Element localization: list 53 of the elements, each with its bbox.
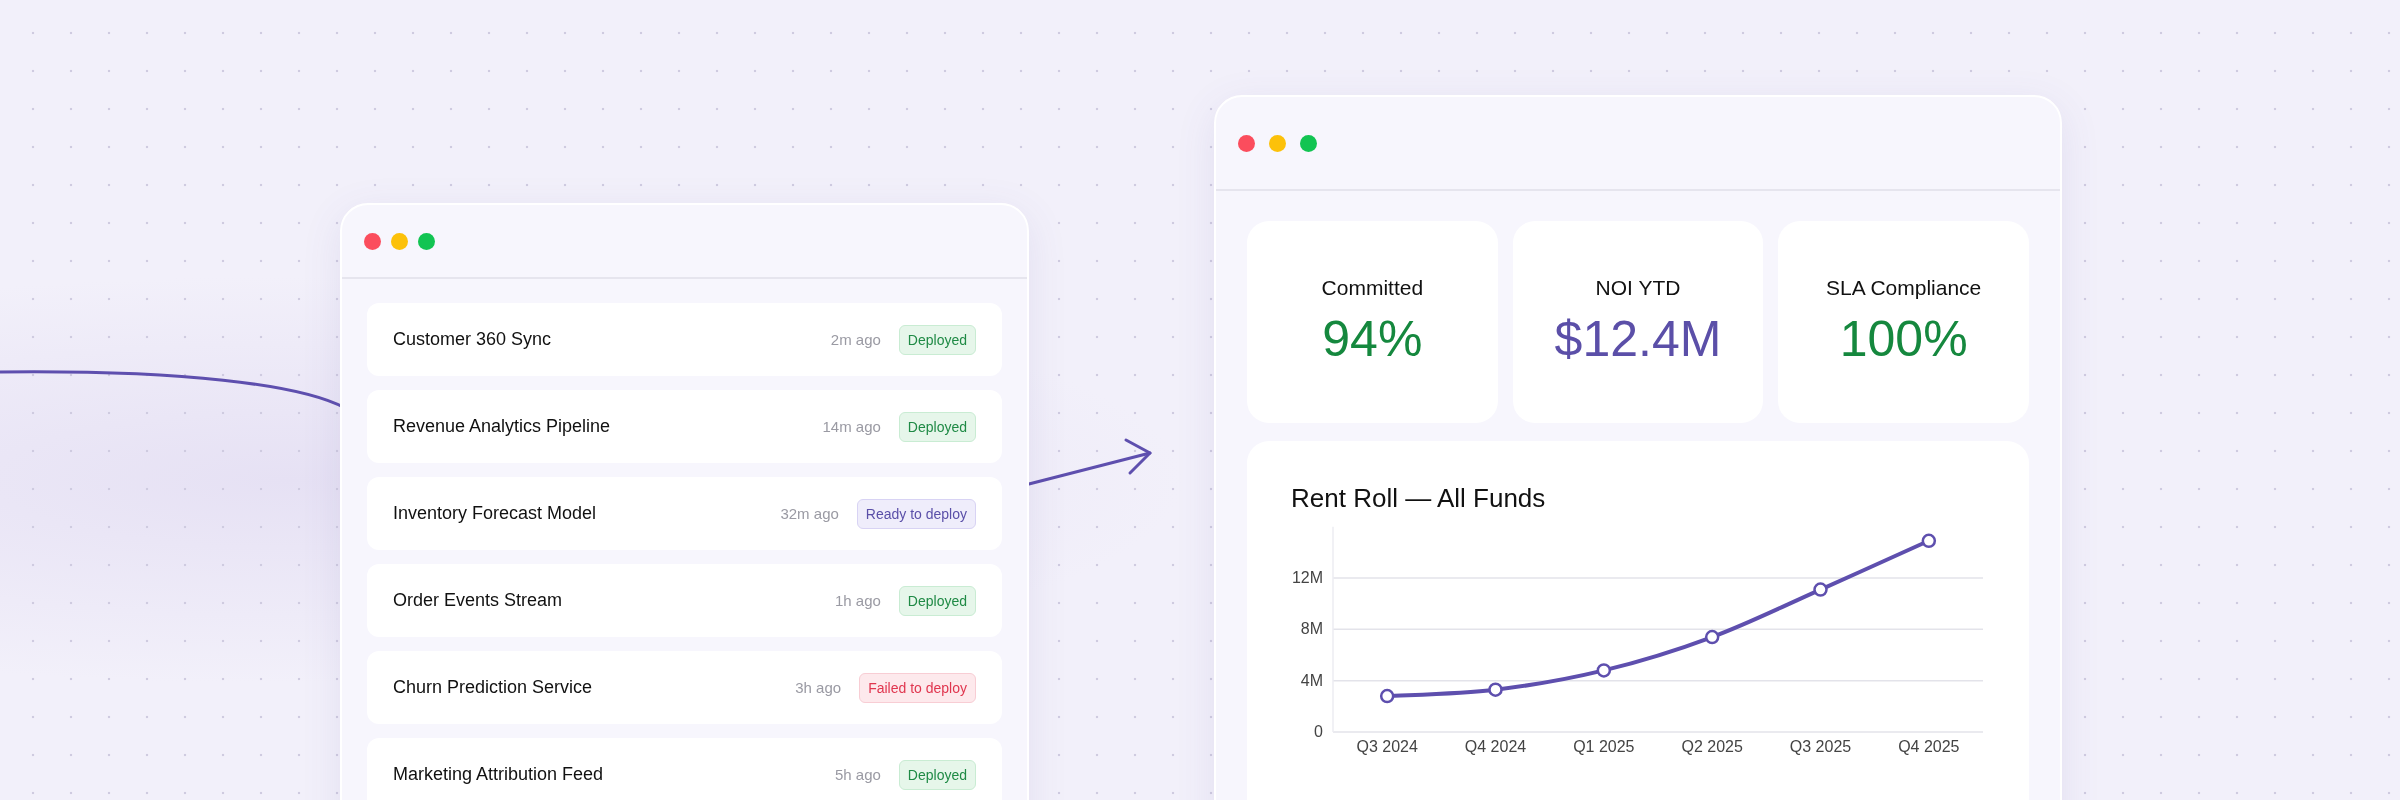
deployment-row[interactable]: Inventory Forecast Model 32m ago Ready to deploy	[367, 477, 1002, 550]
close-icon[interactable]	[364, 232, 381, 250]
status-badge: Ready to deploy	[856, 498, 976, 529]
y-axis-label: 0	[1314, 723, 1323, 740]
deployment-time: 5h ago	[834, 766, 881, 783]
deployment-time: 3h ago	[795, 679, 842, 696]
deployment-row[interactable]: Order Events Stream 1h ago Deployed	[367, 564, 1002, 637]
data-point	[1488, 682, 1503, 697]
x-axis-label: Q4 2025	[1898, 738, 1960, 755]
maximize-icon[interactable]	[418, 232, 435, 250]
status-badge: Failed to deploy	[859, 672, 976, 703]
stat-value: 100%	[1839, 310, 1968, 368]
chart-title: Rent Roll — All Funds	[1290, 483, 1547, 514]
y-axis-label: 4M	[1300, 671, 1323, 689]
status-badge: Deployed	[898, 759, 976, 790]
deployment-time: 2m ago	[830, 331, 881, 348]
deployment-row[interactable]: Customer 360 Sync 2m ago Deployed	[367, 303, 1002, 376]
deployment-name: Revenue Analytics Pipeline	[393, 416, 612, 437]
stat-value: $12.4M	[1554, 310, 1722, 368]
status-badge: Deployed	[898, 324, 976, 355]
deployment-row[interactable]: Marketing Attribution Feed 5h ago Deployed	[367, 738, 1002, 800]
x-axis-label: Q2 2025	[1681, 738, 1743, 755]
maximize-icon[interactable]	[1300, 134, 1317, 152]
data-point	[1921, 533, 1937, 549]
x-axis-label: Q3 2025	[1789, 738, 1852, 755]
minimize-icon[interactable]	[1269, 134, 1286, 152]
stat-value: 94%	[1322, 310, 1423, 368]
stat-label: NOI YTD	[1595, 276, 1681, 300]
data-point	[1596, 663, 1612, 678]
deployment-time: 1h ago	[834, 592, 881, 609]
deployment-name: Order Events Stream	[393, 590, 564, 611]
deployment-name: Churn Prediction Service	[393, 677, 594, 698]
deployment-name: Customer 360 Sync	[393, 329, 553, 350]
x-axis-label: Q3 2024	[1356, 738, 1418, 755]
deployment-time: 32m ago	[780, 505, 839, 522]
close-icon[interactable]	[1238, 134, 1255, 152]
data-point	[1813, 582, 1828, 597]
deployment-name: Inventory Forecast Model	[393, 503, 598, 524]
deployment-row[interactable]: Revenue Analytics Pipeline 14m ago Deployed	[367, 390, 1002, 463]
stat-label: SLA Compliance	[1826, 276, 1982, 300]
y-axis-label: 8M	[1300, 620, 1323, 638]
data-point	[1704, 629, 1720, 645]
deployment-name: Marketing Attribution Feed	[393, 764, 605, 785]
status-badge: Deployed	[898, 411, 976, 442]
deployment-time: 14m ago	[822, 418, 881, 435]
deployment-row[interactable]: Churn Prediction Service 3h ago Failed to deploy	[367, 651, 1002, 724]
data-point	[1379, 688, 1395, 704]
y-axis-label: 12M	[1291, 569, 1323, 586]
minimize-icon[interactable]	[391, 232, 408, 250]
x-axis-label: Q4 2024	[1464, 738, 1527, 755]
x-axis-label: Q1 2025	[1573, 738, 1635, 755]
status-badge: Deployed	[898, 585, 976, 616]
stat-label: Committed	[1321, 276, 1424, 300]
